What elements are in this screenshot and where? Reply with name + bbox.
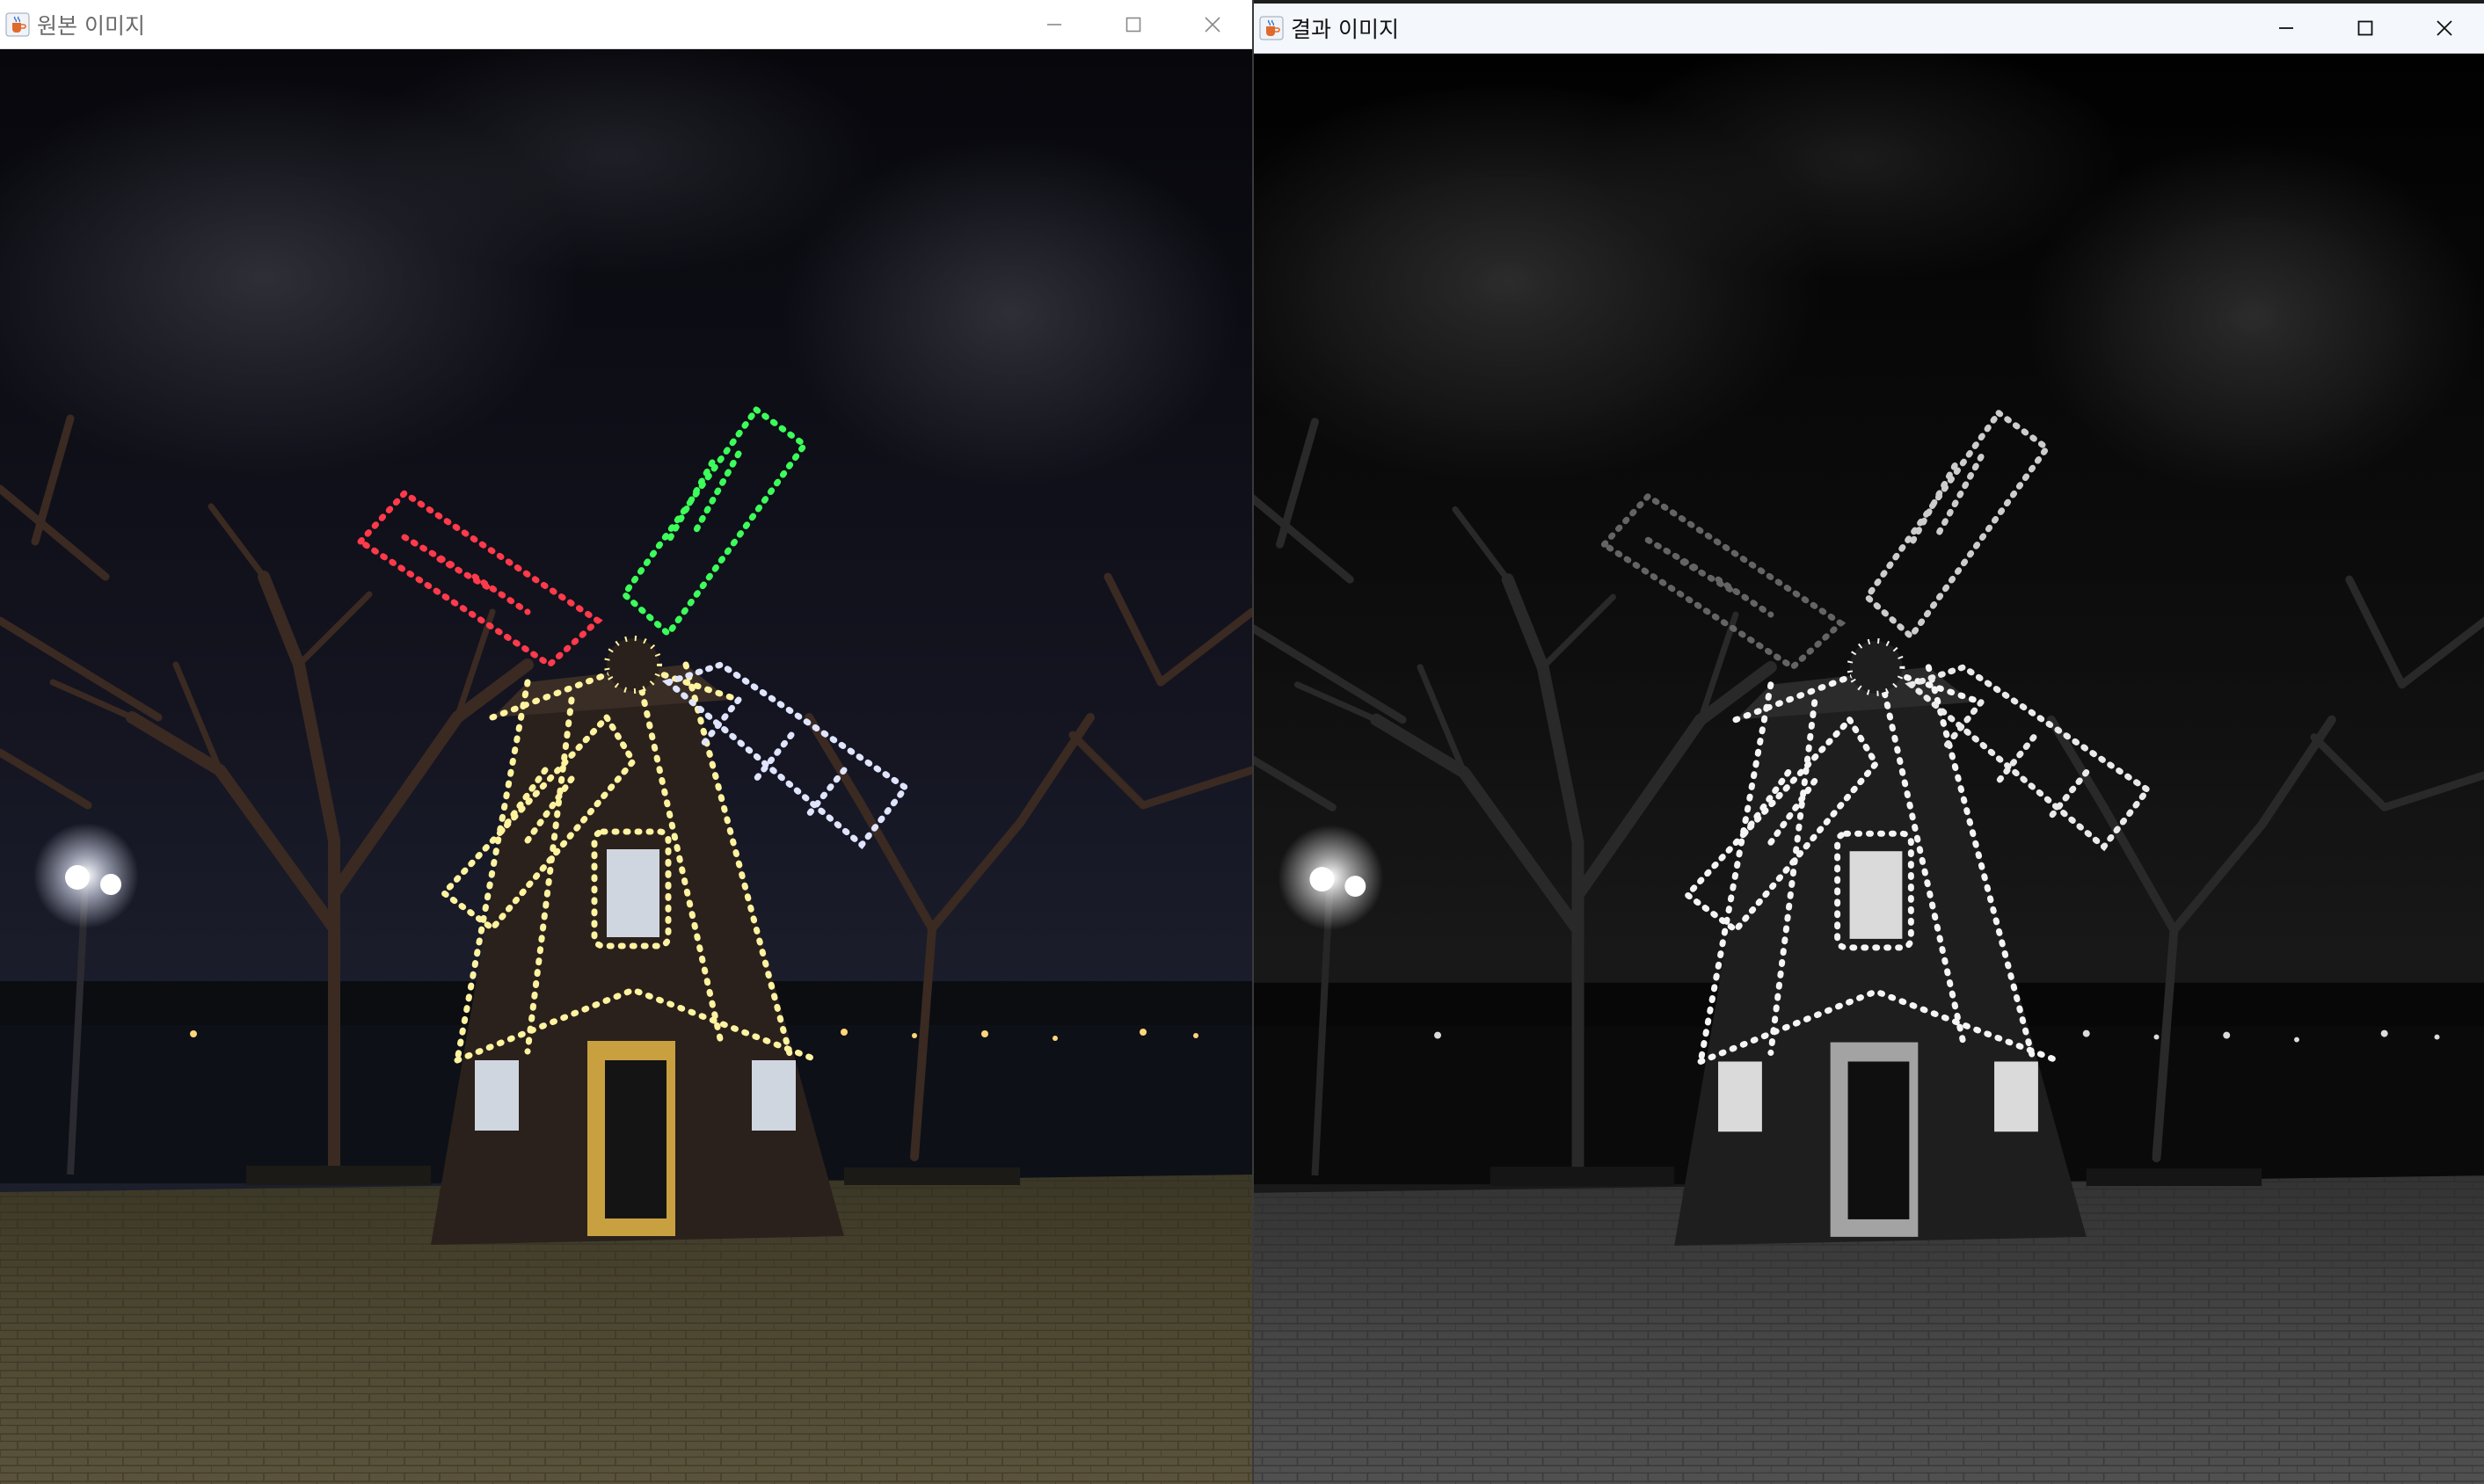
- window-title: 원본 이미지: [37, 12, 145, 39]
- java-cup-icon: [1259, 16, 1284, 40]
- window-original-image: 원본 이미지: [0, 0, 1252, 1484]
- minimize-icon: [1047, 23, 1061, 25]
- result-image: [1254, 54, 2484, 1484]
- minimize-button[interactable]: [2247, 4, 2326, 53]
- image-canvas: [0, 49, 1252, 1484]
- window-controls: [1015, 0, 1252, 48]
- original-image: [0, 49, 1252, 1484]
- close-button[interactable]: [2405, 4, 2484, 53]
- maximize-button[interactable]: [2326, 4, 2405, 53]
- close-icon: [2437, 20, 2452, 36]
- titlebar[interactable]: 원본 이미지: [0, 0, 1252, 49]
- titlebar[interactable]: 결과 이미지: [1254, 0, 2484, 54]
- window-title: 결과 이미지: [1291, 17, 1399, 42]
- maximize-button[interactable]: [1094, 0, 1173, 48]
- close-icon: [1205, 16, 1220, 33]
- java-cup-icon: [5, 12, 30, 36]
- minimize-button[interactable]: [1015, 0, 1094, 48]
- minimize-icon: [2279, 27, 2293, 29]
- maximize-icon: [1125, 17, 1141, 32]
- window-result-image: 결과 이미지: [1252, 0, 2484, 1484]
- maximize-icon: [2357, 20, 2373, 36]
- image-canvas: [1254, 54, 2484, 1484]
- close-button[interactable]: [1173, 0, 1252, 48]
- window-controls: [2247, 4, 2484, 53]
